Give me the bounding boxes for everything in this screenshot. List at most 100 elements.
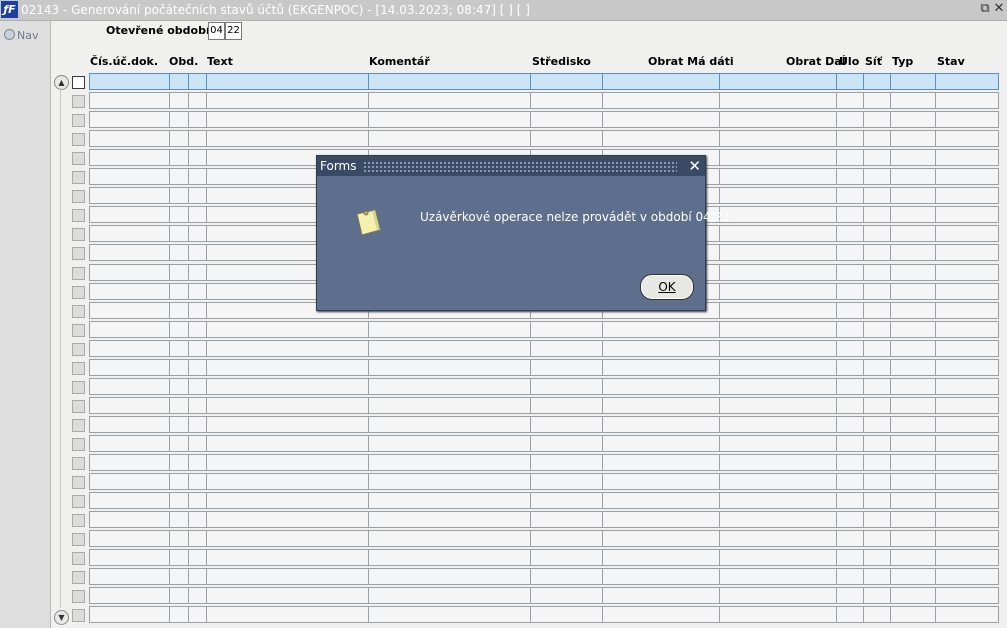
table-cell[interactable] (890, 320, 936, 338)
table-cell[interactable] (890, 92, 936, 110)
table-cell[interactable] (890, 358, 936, 376)
table-cell[interactable] (368, 92, 531, 110)
table-cell[interactable] (935, 454, 999, 471)
table-cell[interactable] (890, 530, 936, 548)
table-row[interactable] (89, 473, 999, 491)
row-selector-checkbox[interactable] (72, 514, 85, 528)
row-selector-checkbox[interactable] (72, 304, 85, 318)
table-cell[interactable] (836, 225, 864, 243)
table-cell[interactable] (530, 415, 603, 433)
table-cell[interactable] (602, 454, 720, 471)
table-row[interactable] (89, 377, 999, 396)
table-cell[interactable] (206, 434, 369, 452)
table-cell[interactable] (836, 301, 864, 319)
table-cell[interactable] (935, 244, 999, 262)
table-cell[interactable] (89, 415, 170, 433)
table-cell[interactable] (206, 492, 369, 510)
table-cell[interactable] (890, 396, 936, 414)
table-cell[interactable] (863, 415, 891, 433)
table-cell[interactable] (890, 587, 936, 605)
table-cell[interactable] (530, 339, 603, 357)
table-cell[interactable] (89, 301, 170, 319)
table-cell[interactable] (530, 377, 603, 395)
table-cell[interactable] (188, 377, 207, 395)
table-cell[interactable] (368, 492, 531, 510)
table-cell[interactable] (863, 434, 891, 452)
table-cell[interactable] (863, 244, 891, 262)
table-cell[interactable] (89, 92, 170, 110)
table-cell[interactable] (368, 130, 531, 148)
table-cell[interactable] (169, 168, 189, 186)
table-cell[interactable] (863, 168, 891, 186)
table-cell[interactable] (935, 149, 999, 167)
table-cell[interactable] (719, 530, 837, 548)
table-cell[interactable] (719, 206, 837, 224)
row-selector-checkbox[interactable] (72, 190, 85, 204)
table-cell[interactable] (530, 606, 603, 624)
table-cell[interactable] (935, 415, 999, 433)
dialog-close-icon[interactable]: ✕ (688, 157, 701, 175)
table-cell[interactable] (368, 568, 531, 586)
table-cell[interactable] (89, 320, 170, 338)
table-cell[interactable] (368, 606, 531, 624)
table-cell[interactable] (836, 358, 864, 376)
row-selector-checkbox[interactable] (72, 342, 85, 356)
table-cell[interactable] (890, 434, 936, 452)
table-cell[interactable] (169, 187, 189, 205)
table-cell[interactable] (206, 92, 369, 110)
table-cell[interactable] (89, 225, 170, 243)
table-cell[interactable] (530, 454, 603, 471)
table-cell[interactable] (890, 339, 936, 357)
table-cell[interactable] (169, 587, 189, 605)
table-cell[interactable] (169, 92, 189, 110)
table-cell[interactable] (935, 587, 999, 605)
table-cell[interactable] (188, 568, 207, 586)
table-cell[interactable] (169, 511, 189, 529)
table-cell[interactable] (719, 396, 837, 414)
table-cell[interactable] (169, 73, 189, 90)
row-selector-checkbox[interactable] (72, 418, 85, 432)
table-cell[interactable] (890, 73, 936, 90)
table-row[interactable] (89, 606, 999, 624)
table-cell[interactable] (890, 454, 936, 471)
table-cell[interactable] (368, 434, 531, 452)
table-cell[interactable] (368, 339, 531, 357)
table-cell[interactable] (188, 263, 207, 281)
table-row[interactable] (89, 434, 999, 453)
table-cell[interactable] (169, 206, 189, 224)
table-cell[interactable] (188, 92, 207, 110)
table-cell[interactable] (719, 301, 837, 319)
table-row[interactable] (89, 530, 999, 548)
table-cell[interactable] (602, 320, 720, 338)
row-selector-checkbox[interactable] (72, 247, 85, 261)
table-cell[interactable] (719, 339, 837, 357)
table-cell[interactable] (890, 130, 936, 148)
table-cell[interactable] (719, 492, 837, 510)
table-cell[interactable] (89, 263, 170, 281)
dialog-title-bar[interactable]: Forms ✕ (317, 156, 705, 176)
scroll-up-button[interactable]: ▲ (54, 75, 69, 90)
row-selector-checkbox[interactable] (72, 209, 85, 223)
table-cell[interactable] (863, 111, 891, 129)
table-cell[interactable] (530, 473, 603, 491)
table-cell[interactable] (836, 73, 864, 90)
table-cell[interactable] (863, 187, 891, 205)
scroll-track[interactable] (60, 88, 61, 608)
table-cell[interactable] (836, 454, 864, 471)
table-cell[interactable] (169, 549, 189, 567)
table-cell[interactable] (89, 130, 170, 148)
table-cell[interactable] (836, 320, 864, 338)
table-cell[interactable] (935, 377, 999, 395)
table-cell[interactable] (169, 606, 189, 624)
table-cell[interactable] (602, 130, 720, 148)
table-cell[interactable] (89, 377, 170, 395)
table-cell[interactable] (863, 606, 891, 624)
table-cell[interactable] (89, 111, 170, 129)
table-cell[interactable] (935, 187, 999, 205)
table-cell[interactable] (530, 358, 603, 376)
table-cell[interactable] (89, 568, 170, 586)
table-cell[interactable] (206, 339, 369, 357)
table-cell[interactable] (188, 282, 207, 300)
table-row[interactable] (89, 130, 999, 148)
table-cell[interactable] (206, 587, 369, 605)
